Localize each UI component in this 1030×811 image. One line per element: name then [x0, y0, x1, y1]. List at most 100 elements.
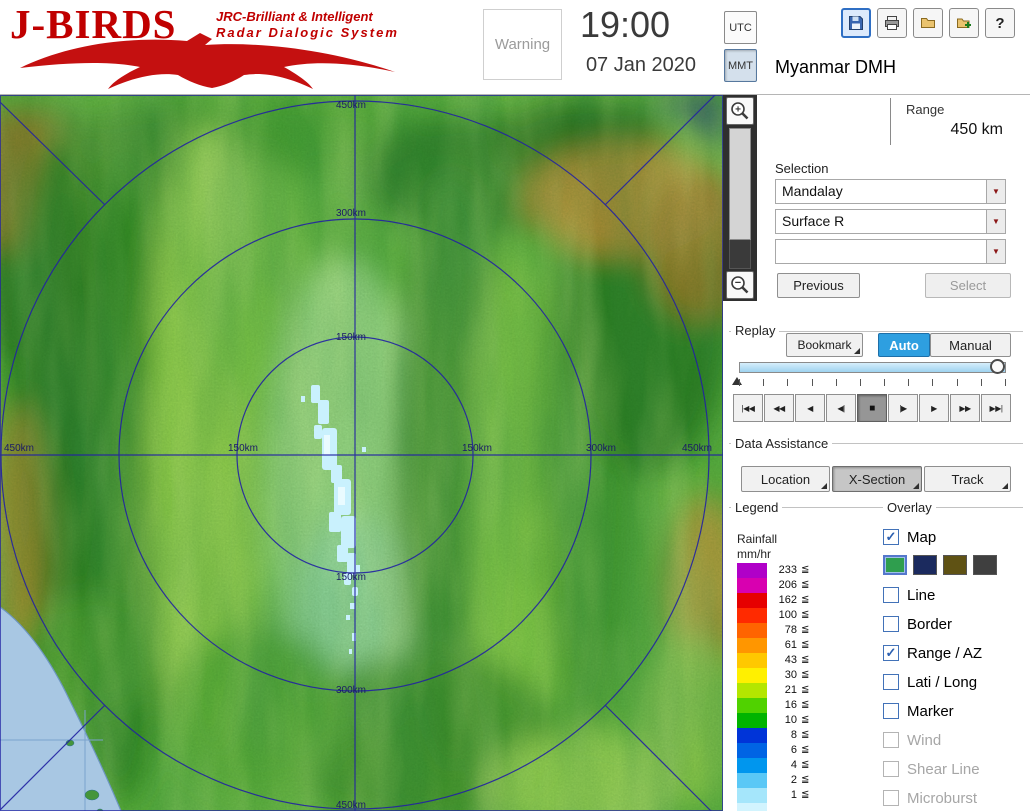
map-style-swatch-1[interactable] — [883, 555, 907, 575]
legend-color-swatch — [737, 563, 767, 578]
legend-color-swatch — [737, 668, 767, 683]
data-assistance-label: Data Assistance — [731, 436, 833, 451]
zoom-out-button[interactable]: − — [726, 271, 754, 299]
legend-value: 61 — [784, 639, 797, 651]
step-backward-button[interactable]: ◀| — [826, 394, 856, 422]
utc-button[interactable]: UTC — [724, 11, 757, 44]
checkmark-icon: ✓ — [885, 528, 897, 544]
printer-icon — [885, 16, 899, 30]
zoom-strip: + − — [723, 95, 757, 301]
eagle-logo-icon — [20, 33, 395, 89]
range-label: 450km — [682, 443, 712, 454]
skip-to-start-button[interactable]: |◀◀ — [733, 394, 763, 422]
help-button[interactable]: ? — [985, 8, 1015, 38]
checkbox-range-az[interactable]: ✓ — [883, 645, 899, 661]
dropdown-arrow-icon[interactable]: ▼ — [986, 240, 1005, 263]
import-button[interactable] — [949, 8, 979, 38]
print-button[interactable] — [877, 8, 907, 38]
stop-button[interactable]: ■ — [857, 394, 887, 422]
zoom-in-icon: + — [731, 102, 749, 120]
legend-color-swatch — [737, 578, 767, 593]
legend-row: 43 ≦ — [737, 653, 832, 668]
select-button[interactable]: Select — [925, 273, 1011, 298]
step-forward-button[interactable]: |▶ — [888, 394, 918, 422]
skip-to-end-button[interactable]: ▶▶| — [981, 394, 1011, 422]
overlay-item-label: Microburst — [907, 790, 978, 807]
overlay-item-label: Lati / Long — [907, 674, 978, 691]
product-dropdown-value: Surface R — [782, 213, 845, 229]
range-label: 150km — [228, 443, 258, 454]
overlay-item-shear-line: Shear Line — [883, 759, 1030, 781]
legend-value: 206 — [778, 579, 797, 591]
timeline-thumb[interactable] — [990, 359, 1005, 374]
range-label: 300km — [586, 443, 616, 454]
legend-lte-symbol: ≦ — [801, 744, 810, 755]
product-dropdown[interactable]: Surface R ▼ — [775, 209, 1006, 234]
overlay-item-range-az: ✓ Range / AZ — [883, 643, 1030, 665]
legend-row: 10 ≦ — [737, 713, 832, 728]
legend-color-swatch — [737, 773, 767, 788]
rainfall-legend: 233 ≦ 206 ≦ 162 ≦ 100 ≦ 78 ≦ 61 ≦ 43 ≦ 30 ≦ 21 ≦ … — [737, 563, 832, 811]
legend-lte-symbol: ≦ — [801, 654, 810, 665]
legend-row: 100 ≦ — [737, 608, 832, 623]
svg-text:+: + — [735, 104, 741, 115]
zoom-in-button[interactable]: + — [726, 97, 754, 125]
legend-value: 162 — [778, 594, 797, 606]
range-label: 300km — [336, 685, 366, 696]
legend-value: 78 — [784, 624, 797, 636]
checkbox-lati-long[interactable] — [883, 674, 899, 690]
checkbox-border[interactable] — [883, 616, 899, 632]
legend-unit-line1: Rainfall — [737, 532, 778, 546]
overlay-item-border: Border — [883, 614, 1030, 636]
map-style-swatch-2[interactable] — [913, 555, 937, 575]
overlay-label: Overlay — [883, 500, 936, 515]
legend-value: 2 — [790, 774, 797, 786]
zoom-out-icon: − — [731, 276, 749, 294]
extra-dropdown[interactable]: ▼ — [775, 239, 1006, 264]
map-style-swatch-3[interactable] — [943, 555, 967, 575]
radar-map-image: 450km 300km 150km 150km 300km 450km 450k… — [0, 95, 723, 811]
legend-row-tail — [737, 803, 832, 811]
fast-rewind-button[interactable]: ◀◀ — [764, 394, 794, 422]
zoom-slider-thumb[interactable] — [729, 128, 751, 240]
legend-color-swatch — [737, 803, 767, 811]
overlay-item-label: Map — [907, 529, 937, 546]
warning-button[interactable]: Warning — [483, 9, 562, 80]
overlay-item-label: Marker — [907, 703, 954, 720]
fast-forward-button[interactable]: ▶▶ — [950, 394, 980, 422]
open-button[interactable] — [913, 8, 943, 38]
checkbox-wind — [883, 732, 899, 748]
svg-text:−: − — [735, 277, 741, 289]
save-button[interactable] — [841, 8, 871, 38]
manual-button[interactable]: Manual — [930, 333, 1011, 357]
legend-row: 4 ≦ — [737, 758, 832, 773]
checkbox-map[interactable]: ✓ — [883, 529, 899, 545]
mmt-button[interactable]: MMT — [724, 49, 757, 82]
checkbox-line[interactable] — [883, 587, 899, 603]
legend-value: 100 — [778, 609, 797, 621]
legend-value: 8 — [790, 729, 797, 741]
previous-button[interactable]: Previous — [777, 273, 860, 298]
clock-date: 07 Jan 2020 — [585, 54, 697, 76]
x-section-button[interactable]: X-Section — [832, 466, 922, 492]
folder-plus-icon — [957, 18, 971, 28]
track-button[interactable]: Track — [924, 466, 1011, 492]
clock-time: 19:00 — [579, 4, 671, 45]
checkbox-marker[interactable] — [883, 703, 899, 719]
site-dropdown[interactable]: Mandalay ▼ — [775, 179, 1006, 204]
dropdown-arrow-icon[interactable]: ▼ — [986, 180, 1005, 203]
legend-value: 4 — [790, 759, 797, 771]
map-style-swatch-4[interactable] — [973, 555, 997, 575]
overlay-item-line: Line — [883, 585, 1030, 607]
play-backward-button[interactable]: ◀ — [795, 394, 825, 422]
auto-button[interactable]: Auto — [878, 333, 930, 357]
location-button[interactable]: Location — [741, 466, 830, 492]
play-forward-button[interactable]: ▶ — [919, 394, 949, 422]
bookmark-button[interactable]: Bookmark — [786, 333, 863, 357]
checkmark-icon: ✓ — [885, 644, 897, 660]
timeline-track[interactable] — [739, 362, 1006, 373]
legend-color-swatch — [737, 698, 767, 713]
radar-map-canvas[interactable]: 450km 300km 150km 150km 300km 450km 450k… — [0, 95, 723, 811]
dropdown-arrow-icon[interactable]: ▼ — [986, 210, 1005, 233]
legend-color-swatch — [737, 683, 767, 698]
